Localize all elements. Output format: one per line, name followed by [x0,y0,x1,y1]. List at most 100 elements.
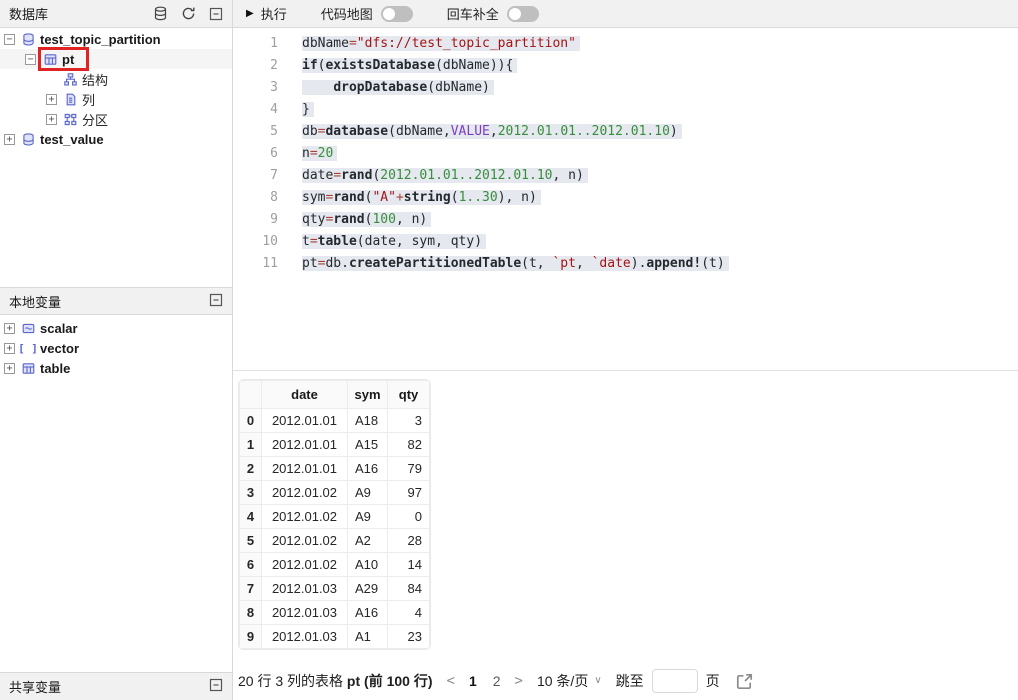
line-number: 8 [233,190,278,205]
code-map-label: 代码地图 [321,4,373,23]
tree-item-分区[interactable]: +分区 [0,109,232,129]
cell-sym: A16 [348,601,388,625]
collapse-panel-icon[interactable] [209,293,223,310]
table-row: 22012.01.01A1679 [240,457,430,481]
annotation-red-box: pt [38,47,89,71]
line-number: 7 [233,168,278,183]
line-number: 3 [233,80,278,95]
cell-date: 2012.01.02 [262,505,348,529]
code-line-11[interactable]: 11pt=db.createPartitionedTable(t, `pt, `… [233,252,1018,274]
columns-icon [63,92,77,106]
chevron-down-icon: ∨ [594,675,601,686]
cell-qty: 3 [388,409,430,433]
code-line-10[interactable]: 10t=table(date, sym, qty) [233,230,1018,252]
table-row: 82012.01.03A164 [240,601,430,625]
code-editor[interactable]: 1dbName="dfs://test_topic_partition"2if(… [233,29,1018,369]
collapse-node-icon[interactable]: − [4,34,15,45]
row-index: 8 [240,601,262,625]
code-line-7[interactable]: 7 date=rand(2012.01.01..2012.01.10, n) [233,164,1018,186]
cell-date: 2012.01.01 [262,409,348,433]
code-map-toggle-group: 代码地图 [321,4,413,23]
enter-complete-switch[interactable] [507,6,539,22]
row-index: 9 [240,625,262,649]
code-text: date=rand(2012.01.01..2012.01.10, n) [302,168,588,183]
schema-icon [63,72,77,86]
code-text: dropDatabase(dbName) [302,80,494,95]
page-size-value: 10 条/页 [537,671,588,691]
collapse-panel-icon[interactable] [209,7,223,21]
page-button-1[interactable]: 1 [469,673,477,689]
code-line-2[interactable]: 2if(existsDatabase(dbName)){ [233,54,1018,76]
local-variable-label: scalar [40,321,78,336]
jump-page-input[interactable] [652,669,698,693]
expand-node-icon[interactable]: + [4,363,15,374]
code-line-1[interactable]: 1dbName="dfs://test_topic_partition" [233,32,1018,54]
tree-item-test_topic_partition[interactable]: − test_topic_partition [0,29,232,49]
code-line-5[interactable]: 5db=database(dbName,VALUE,2012.01.01..20… [233,120,1018,142]
expand-node-icon[interactable]: + [4,134,15,145]
database-panel-title: 数据库 [9,4,153,23]
code-text: } [302,102,314,117]
code-line-4[interactable]: 4} [233,98,1018,120]
cell-qty: 4 [388,601,430,625]
sidebar: −test_topic_partition−pt结构+列+分区+test_val… [0,29,232,700]
collapse-node-icon[interactable]: − [25,54,36,65]
local-variable-vector[interactable]: +[ ]vector [0,338,232,358]
tree-item-列[interactable]: +列 [0,89,232,109]
expander-spacer [46,74,57,85]
database-icon[interactable] [153,6,168,21]
code-map-switch[interactable] [381,6,413,22]
database-icon [21,132,35,146]
table-icon [43,52,57,66]
cell-sym: A15 [348,433,388,457]
col-header-date: date [262,381,348,409]
tree-item-label: test_topic_partition [40,32,161,47]
pagination-bar: 20 行 3 列的表格 pt (前 100 行) < 12 > 10 条/页 ∨… [238,663,753,699]
page-button-2[interactable]: 2 [493,673,501,689]
expand-node-icon[interactable]: + [46,114,57,125]
local-variables-list: + scalar +[ ]vector+table [0,318,232,378]
line-number: 11 [233,256,278,271]
database-icon [21,32,35,46]
tree-item-label: test_value [40,132,104,147]
cell-sym: A16 [348,457,388,481]
table-row: 02012.01.01A183 [240,409,430,433]
code-line-8[interactable]: 8sym=rand("A"+string(1..30), n) [233,186,1018,208]
cell-date: 2012.01.03 [262,625,348,649]
cell-qty: 0 [388,505,430,529]
next-page-button[interactable]: > [515,673,523,689]
refresh-icon[interactable] [181,6,196,21]
local-variable-scalar[interactable]: + scalar [0,318,232,338]
col-header-index [240,381,262,409]
scalar-icon [21,321,35,335]
tree-item-test_value[interactable]: + test_value [0,129,232,149]
cell-sym: A9 [348,505,388,529]
jump-label: 跳至 [616,671,644,691]
local-variable-table[interactable]: +table [0,358,232,378]
code-line-6[interactable]: 6n=20 [233,142,1018,164]
code-line-9[interactable]: 9qty=rand(100, n) [233,208,1018,230]
table-icon [21,361,35,375]
table-row: 12012.01.01A1582 [240,433,430,457]
cell-date: 2012.01.02 [262,553,348,577]
tree-item-结构[interactable]: 结构 [0,69,232,89]
run-button[interactable]: ▶ 执行 [246,4,287,23]
tree-item-pt[interactable]: −pt [0,49,232,69]
prev-page-button[interactable]: < [447,673,455,689]
row-index: 7 [240,577,262,601]
top-toolbar: 数据库 ▶ 执行 代码地图 回车补全 [0,0,1018,28]
sidebar-divider[interactable] [232,0,233,700]
cell-qty: 79 [388,457,430,481]
expand-node-icon[interactable]: + [4,323,15,334]
open-in-new-window-icon[interactable] [736,673,753,690]
page-size-select[interactable]: 10 条/页 ∨ [537,671,602,691]
expand-node-icon[interactable]: + [46,94,57,105]
table-row: 32012.01.02A997 [240,481,430,505]
collapse-panel-icon[interactable] [209,678,223,695]
code-text: db=database(dbName,VALUE,2012.01.01..201… [302,124,682,139]
code-line-3[interactable]: 3 dropDatabase(dbName) [233,76,1018,98]
switch-knob [383,8,395,20]
table-summary-text: 20 行 3 列的表格 [238,673,343,689]
play-icon: ▶ [246,8,254,19]
expand-node-icon[interactable]: + [4,343,15,354]
